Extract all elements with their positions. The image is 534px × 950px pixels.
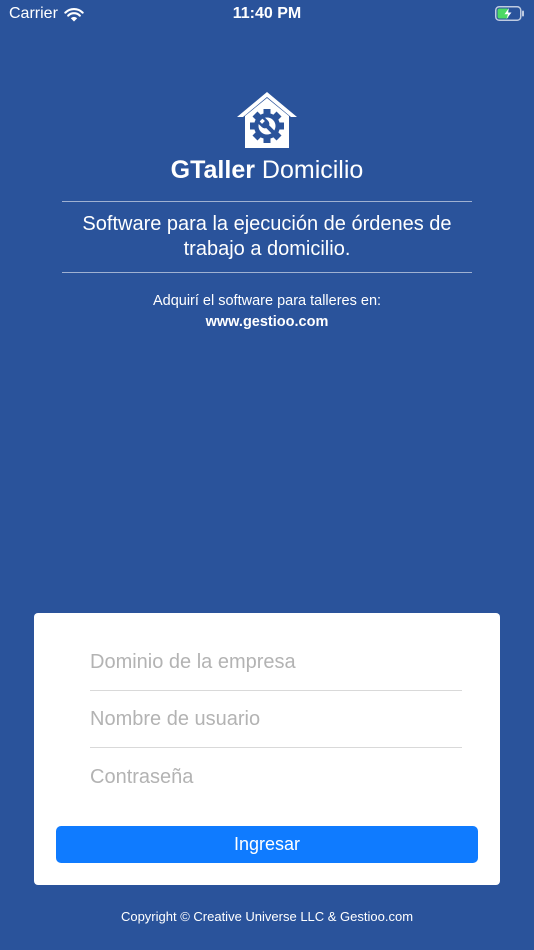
divider-top: [62, 201, 472, 202]
domain-input[interactable]: [90, 635, 462, 691]
copyright: Copyright © Creative Universe LLC & Gest…: [120, 909, 414, 924]
status-time: 11:40 PM: [232, 5, 302, 22]
promo: Adquirí el software para talleres en: ww…: [0, 291, 534, 333]
login-card: Ingresar: [34, 613, 500, 885]
promo-link[interactable]: www.gestioo.com: [0, 312, 534, 333]
divider-bottom: [62, 272, 472, 273]
password-input[interactable]: [90, 749, 462, 805]
app-title-strong: GTaller: [170, 156, 255, 184]
username-input[interactable]: [90, 692, 462, 748]
login-button[interactable]: Ingresar: [56, 826, 478, 863]
app-title: GTaller Domicilio: [0, 156, 534, 185]
battery-charging-icon: [495, 6, 524, 21]
app-title-rest: Domicilio: [254, 156, 364, 184]
promo-text: Adquirí el software para talleres en:: [152, 293, 382, 309]
tagline: Software para la ejecución de órdenes de…: [82, 213, 452, 260]
house-gear-wrench-icon: [237, 92, 297, 148]
login-screen: Carrier 11:40 PM GTaller Domicilio Softw…: [0, 0, 534, 950]
status-bar: Carrier 11:40 PM: [0, 0, 534, 28]
